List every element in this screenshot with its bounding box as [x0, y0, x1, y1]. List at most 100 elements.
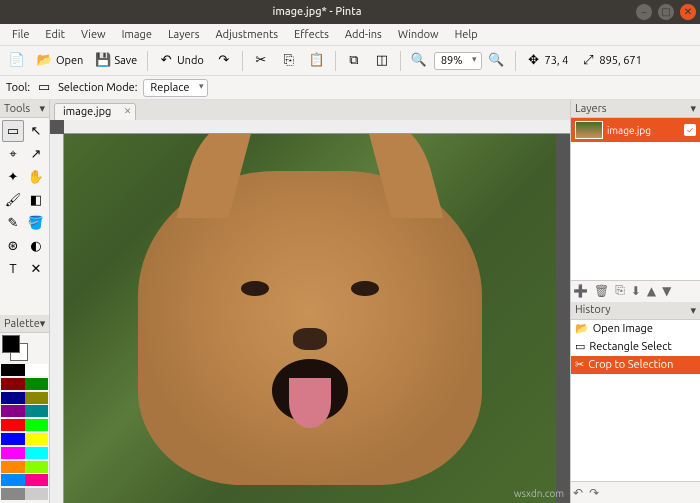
minimize-button[interactable]: –: [636, 4, 652, 20]
main-toolbar: 📄 📂Open 💾Save ↶Undo ↷ ✂ ⎘ 📋 ⧉ ◫ 🔍 89% 🔍 …: [0, 46, 700, 76]
save-button[interactable]: 💾Save: [90, 49, 142, 73]
merge-down-icon[interactable]: ⬇: [631, 284, 641, 298]
history-item[interactable]: ✂Crop to Selection: [571, 356, 700, 374]
image-size: ⤢895, 671: [575, 49, 646, 73]
color-swatch[interactable]: [1, 419, 25, 431]
delete-layer-icon[interactable]: 🗑: [594, 284, 609, 298]
color-swatch[interactable]: [25, 461, 49, 473]
document-tabs: image.jpg✕: [50, 100, 570, 120]
close-tab-icon[interactable]: ✕: [124, 106, 132, 117]
menu-window[interactable]: Window: [390, 29, 447, 41]
color-swatch[interactable]: [25, 419, 49, 431]
maximize-button[interactable]: □: [658, 4, 674, 20]
clone-tool[interactable]: ⊛: [2, 235, 24, 257]
crop-button[interactable]: ⧉: [341, 49, 367, 73]
rect-select-icon: ▭: [36, 80, 52, 96]
chevron-icon[interactable]: ▾: [690, 304, 696, 317]
move-tool[interactable]: ↖: [25, 120, 47, 142]
close-button[interactable]: ✕: [680, 4, 696, 20]
tool-options-bar: Tool: ▭ Selection Mode: Replace: [0, 76, 700, 100]
shapes-tool[interactable]: ✕: [25, 258, 47, 280]
menu-addins[interactable]: Add-ins: [337, 29, 390, 41]
color-swatch[interactable]: [1, 378, 25, 390]
bucket-tool[interactable]: 🪣: [25, 212, 47, 234]
paste-button[interactable]: 📋: [304, 49, 330, 73]
rect-select-tool[interactable]: ▭: [2, 120, 24, 142]
redo-icon[interactable]: ↷: [589, 486, 599, 500]
menu-image[interactable]: Image: [114, 29, 160, 41]
layer-visible-icon[interactable]: ✓: [684, 124, 696, 136]
cut-button[interactable]: ✂: [248, 49, 274, 73]
redo-button[interactable]: ↷: [211, 49, 237, 73]
history-buttons: ↶ ↷: [571, 481, 700, 503]
history-list: 📂Open Image ▭Rectangle Select ✂Crop to S…: [571, 320, 700, 482]
menu-layers[interactable]: Layers: [160, 29, 208, 41]
tools-panel-header: Tools▾: [0, 100, 49, 118]
menu-adjustments[interactable]: Adjustments: [208, 29, 287, 41]
open-button[interactable]: 📂Open: [32, 49, 88, 73]
color-swatch[interactable]: [25, 488, 49, 500]
zoom-out-button[interactable]: 🔍: [406, 49, 432, 73]
color-swatch[interactable]: [25, 364, 49, 376]
redo-icon: ↷: [216, 53, 232, 69]
color-swatch[interactable]: [1, 488, 25, 500]
color-swatch[interactable]: [1, 364, 25, 376]
text-tool[interactable]: T: [2, 258, 24, 280]
layers-list: image.jpg ✓: [571, 118, 700, 280]
color-swatch[interactable]: [25, 474, 49, 486]
chevron-icon[interactable]: ▾: [39, 102, 45, 115]
duplicate-layer-icon[interactable]: ⎘: [615, 284, 625, 298]
menu-help[interactable]: Help: [447, 29, 486, 41]
pencil-tool[interactable]: ✎: [2, 212, 24, 234]
color-swatch[interactable]: [1, 474, 25, 486]
selection-mode-dropdown[interactable]: Replace: [143, 79, 208, 97]
canvas-area[interactable]: wsxdn.com: [50, 120, 570, 503]
zoom-out-icon: 🔍: [411, 53, 427, 69]
color-swatch[interactable]: [25, 433, 49, 445]
chevron-icon[interactable]: ▾: [40, 317, 46, 330]
recolor-tool[interactable]: ◐: [25, 235, 47, 257]
layer-down-icon[interactable]: ▼: [662, 284, 671, 298]
separator: [400, 51, 401, 71]
fg-bg-swatch[interactable]: [0, 333, 49, 363]
lasso-tool[interactable]: ⌖: [2, 143, 24, 165]
pan-tool[interactable]: ✋: [25, 166, 47, 188]
brush-tool[interactable]: 🖌: [2, 189, 24, 211]
copy-button[interactable]: ⎘: [276, 49, 302, 73]
move-sel-tool[interactable]: ↗: [25, 143, 47, 165]
add-layer-icon[interactable]: ➕: [573, 284, 588, 298]
color-swatch[interactable]: [1, 405, 25, 417]
canvas-image[interactable]: [64, 134, 556, 503]
color-swatch[interactable]: [25, 378, 49, 390]
color-swatch[interactable]: [1, 392, 25, 404]
separator: [147, 51, 148, 71]
menu-edit[interactable]: Edit: [37, 29, 73, 41]
chevron-icon[interactable]: ▾: [690, 102, 696, 115]
menu-effects[interactable]: Effects: [286, 29, 337, 41]
zoom-level[interactable]: 89%: [434, 52, 482, 70]
layer-item[interactable]: image.jpg ✓: [571, 118, 700, 142]
palette-panel: [0, 333, 49, 503]
document-tab[interactable]: image.jpg✕: [54, 103, 136, 120]
wand-tool[interactable]: ✦: [2, 166, 24, 188]
color-swatch[interactable]: [1, 461, 25, 473]
history-item[interactable]: 📂Open Image: [571, 320, 700, 338]
color-swatch[interactable]: [25, 405, 49, 417]
color-swatch[interactable]: [1, 433, 25, 445]
watermark: wsxdn.com: [514, 488, 564, 499]
color-swatch[interactable]: [25, 447, 49, 459]
new-button[interactable]: 📄: [4, 49, 30, 73]
history-item[interactable]: ▭Rectangle Select: [571, 338, 700, 356]
titlebar: image.jpg* - Pinta – □ ✕: [0, 0, 700, 24]
color-swatch[interactable]: [25, 392, 49, 404]
zoom-in-button[interactable]: 🔍: [484, 49, 510, 73]
menu-file[interactable]: File: [4, 29, 37, 41]
layer-up-icon[interactable]: ▲: [647, 284, 656, 298]
deselect-button[interactable]: ◫: [369, 49, 395, 73]
menu-view[interactable]: View: [73, 29, 114, 41]
undo-icon: ↶: [158, 53, 174, 69]
eraser-tool[interactable]: ◧: [25, 189, 47, 211]
undo-button[interactable]: ↶Undo: [153, 49, 209, 73]
undo-icon[interactable]: ↶: [573, 486, 583, 500]
color-swatch[interactable]: [1, 447, 25, 459]
